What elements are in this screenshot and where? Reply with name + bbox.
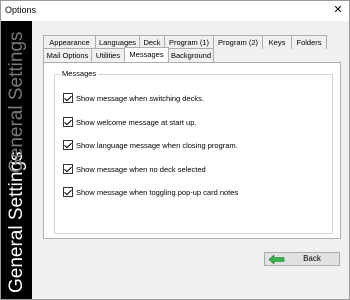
option-language-message[interactable]: Show language message when closing progr…	[63, 139, 238, 151]
tab-panel-messages: Messages Show message when switching dec…	[43, 62, 341, 239]
groupbox-label: Messages	[60, 69, 99, 78]
checkbox-no-deck-selected[interactable]	[63, 164, 73, 174]
tab-background[interactable]: Background	[168, 48, 214, 62]
option-welcome-message[interactable]: Show welcome message at start up.	[63, 116, 196, 128]
checkbox-language-message[interactable]	[63, 140, 73, 150]
tab-appearance[interactable]: Appearance	[43, 35, 96, 49]
tab-program-2[interactable]: Program (2)	[213, 35, 263, 49]
tab-utilities[interactable]: Utilities	[91, 48, 125, 62]
tab-messages[interactable]: Messages	[124, 47, 169, 62]
messages-groupbox: Messages Show message when switching dec…	[54, 69, 333, 234]
tab-keys[interactable]: Keys	[262, 35, 292, 49]
option-label: Show message when toggling pop-up card n…	[76, 187, 239, 197]
option-switching-decks[interactable]: Show message when switching decks.	[63, 92, 204, 104]
close-icon[interactable]: ✕	[331, 3, 345, 17]
window-title: Options	[5, 5, 37, 15]
back-button-label: Back	[303, 254, 321, 263]
options-window: Options ✕ General Settings General Setti…	[0, 0, 350, 300]
tab-program-1[interactable]: Program (1)	[164, 35, 214, 49]
sidebar-title-shadow: General Settings	[6, 31, 27, 173]
back-button[interactable]: Back	[264, 252, 340, 266]
arrow-left-icon	[269, 255, 285, 264]
checkbox-popup-card-notes[interactable]	[63, 187, 73, 197]
option-label: Show message when no deck selected	[76, 164, 206, 174]
option-label: Show message when switching decks.	[76, 93, 204, 103]
option-popup-card-notes[interactable]: Show message when toggling pop-up card n…	[63, 186, 238, 198]
option-no-deck-selected[interactable]: Show message when no deck selected	[63, 163, 206, 175]
checkbox-welcome-message[interactable]	[63, 117, 73, 127]
title-bar: Options ✕	[1, 1, 349, 21]
checkbox-switching-decks[interactable]	[63, 93, 73, 103]
tab-folders[interactable]: Folders	[291, 35, 327, 49]
sidebar-banner: General Settings General Settings	[1, 21, 32, 299]
option-label: Show language message when closing progr…	[76, 140, 238, 150]
option-label: Show welcome message at start up.	[76, 117, 197, 127]
tab-mail-options[interactable]: Mail Options	[43, 48, 92, 62]
